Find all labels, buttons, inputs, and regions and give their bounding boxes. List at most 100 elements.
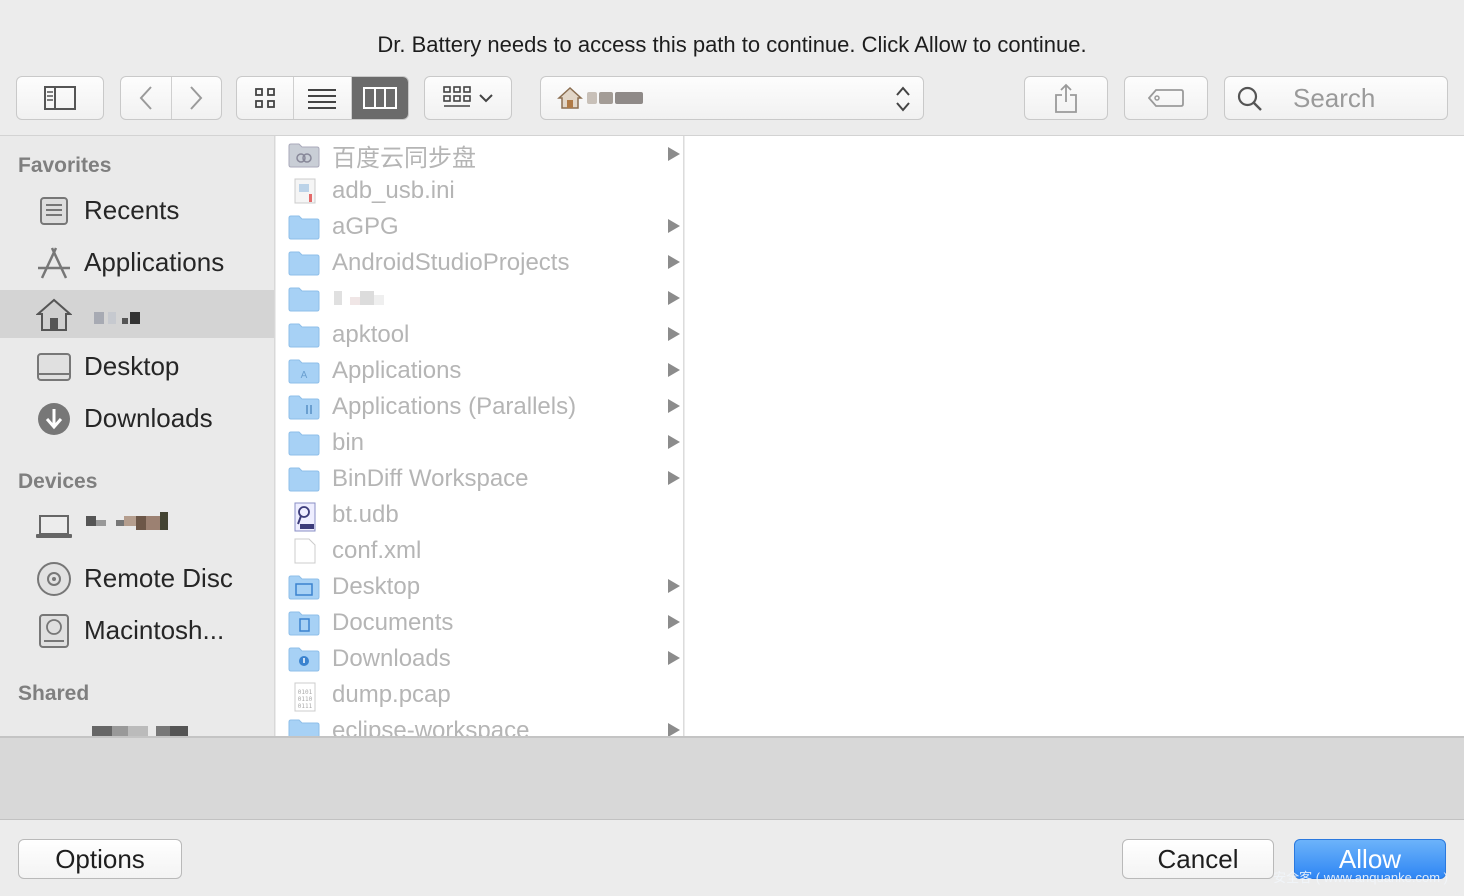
sidebar-toggle-button[interactable] [16,76,104,120]
parallels-folder-icon [288,394,320,420]
documents-folder-icon [288,610,320,636]
tag-icon [1148,88,1184,108]
file-name: bin [332,429,365,456]
search-icon [1237,86,1263,112]
apps-folder-icon: A [288,358,320,384]
sidebar-item-home[interactable] [0,290,274,338]
sidebar-item-desktop[interactable]: Desktop [0,342,274,390]
search-field[interactable]: Search [1224,76,1448,120]
file-name: conf.xml [332,537,422,564]
disclosure-arrow-icon [668,255,680,269]
sidebar-item-recents[interactable]: Recents [0,186,274,234]
chevron-right-icon [188,85,204,111]
back-button[interactable] [121,77,172,119]
list-icon [307,87,337,109]
forward-button[interactable] [172,77,222,119]
file-row[interactable]: bt.udb [276,497,683,533]
file-name: aGPG [332,213,399,240]
disclosure-arrow-icon [668,327,680,341]
file-row[interactable]: Downloads [276,641,683,677]
redacted-folder-name [334,291,384,305]
file-row[interactable]: 百度云同步盘 [276,137,683,173]
tag-button[interactable] [1124,76,1208,120]
cloud-folder-icon [288,142,320,168]
file-row[interactable]: conf.xml [276,533,683,569]
sidebar-toggle-icon [44,86,76,110]
sidebar-item-shared-host[interactable] [0,714,274,736]
document-icon [288,538,320,564]
sidebar-item-remote-disc[interactable]: Remote Disc [0,554,274,602]
folder-icon [288,250,320,276]
options-button[interactable]: Options [18,839,182,879]
file-name: dump.pcap [332,681,451,708]
columns-icon [362,87,397,109]
share-button[interactable] [1024,76,1108,120]
sidebar-item-label: Recents [84,194,180,225]
redacted-path [587,92,597,104]
file-row[interactable]: Desktop [276,569,683,605]
file-row[interactable]: bin [276,425,683,461]
open-panel-window: Dr. Battery needs to access this path to… [0,0,1464,896]
applications-icon [34,246,74,280]
udb-file-icon [288,502,320,532]
column-view-button[interactable] [351,77,408,119]
disclosure-arrow-icon [668,435,680,449]
path-popup[interactable] [540,76,924,120]
sidebar-item-label: Applications [84,246,225,277]
file-name: Applications [332,357,462,384]
sidebar-item-macintosh-hd[interactable]: Macintosh... [0,606,274,654]
recents-icon [34,194,74,228]
laptop-icon [34,510,74,544]
file-name: bt.udb [332,501,399,528]
file-row[interactable]: eclipse-workspace [276,713,683,736]
file-row[interactable]: BinDiff Workspace [276,461,683,497]
file-name: 百度云同步盘 [332,144,476,172]
back-forward-control [120,76,222,120]
binary-file-icon: 0101 0110 0111 [288,682,320,712]
sidebar-heading-devices: Devices [18,470,98,493]
file-row[interactable]: aGPG [276,209,683,245]
downloads-folder-icon [288,646,320,672]
ini-file-icon [288,178,320,204]
file-name: Downloads [332,645,451,672]
sidebar-item-laptop[interactable] [0,502,274,550]
sidebar-item-label: Macintosh... [84,614,225,645]
file-name: Applications (Parallels) [332,393,577,420]
preview-pane [685,136,1464,736]
sidebar-item-applications[interactable]: Applications [0,238,274,286]
disclosure-arrow-icon [668,291,680,305]
file-row[interactable]: AndroidStudioProjects [276,245,683,281]
folder-icon [288,322,320,348]
file-row[interactable]: Applications (Parallels) [276,389,683,425]
file-row[interactable]: A Applications [276,353,683,389]
file-row[interactable]: apktool [276,317,683,353]
network-computer-icon [34,722,74,736]
arrange-menu-button[interactable] [424,76,512,120]
cancel-button[interactable]: Cancel [1122,839,1274,879]
redacted-device-name [86,512,168,530]
sidebar-item-label: Remote Disc [84,562,233,593]
downloads-icon [34,402,74,436]
file-row[interactable]: adb_usb.ini [276,173,683,209]
svg-text:0110: 0110 [298,696,313,703]
disclosure-arrow-icon [668,579,680,593]
sidebar-item-label: Desktop [84,350,180,381]
share-icon [1054,82,1078,114]
file-name: Documents [332,609,454,636]
file-row[interactable] [276,281,683,317]
svg-text:0101: 0101 [298,689,313,696]
redacted-username [94,312,140,324]
disclosure-arrow-icon [668,219,680,233]
file-row[interactable]: 0101 0110 0111 dump.pcap [276,677,683,713]
grid-icon [254,87,276,109]
desktop-folder-icon [288,574,320,600]
chevron-updown-icon [895,85,911,113]
list-view-button[interactable] [294,77,352,119]
chevron-down-icon [479,93,493,103]
dialog-message: Dr. Battery needs to access this path to… [377,32,1087,57]
file-name: AndroidStudioProjects [332,249,570,276]
file-row[interactable]: Documents [276,605,683,641]
sidebar-item-downloads[interactable]: Downloads [0,394,274,442]
redacted-shared-name [92,726,188,736]
icon-view-button[interactable] [237,77,295,119]
